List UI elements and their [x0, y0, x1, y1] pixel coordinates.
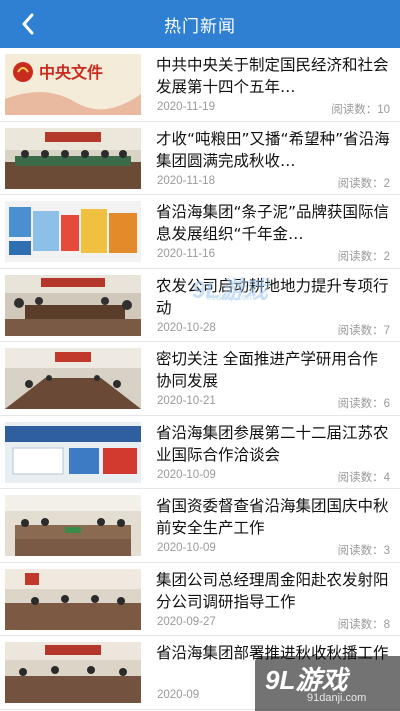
news-title: 省沿海集团部署推进秋收秋播工作: [156, 644, 389, 662]
news-title: 集团公司总经理周金阳赴农发射阳分公司调研指导工作: [156, 570, 389, 611]
news-thumbnail: [5, 274, 141, 336]
news-thumbnail: [5, 495, 141, 556]
news-date: 2020-10-09: [157, 542, 216, 554]
news-item[interactable]: 集团公司总经理周金阳赴农发射阳分公司调研指导工作 2020-09-27 阅读数：…: [0, 563, 400, 636]
news-title: 才收“吨粮田”又播“希望种”省沿海集团圆满完成秋收…: [156, 129, 390, 170]
news-date: 2020-11-18: [157, 174, 215, 187]
news-title: 省沿海集团“条子泥”品牌获国际信息发展组织“千年金…: [156, 203, 390, 243]
news-thumbnail: [5, 568, 141, 630]
news-date: 2020-10-09: [157, 468, 216, 481]
news-item[interactable]: 中央文件 中共中央关于制定国民经济和社会发展第十四个五年… 2020-11-19…: [0, 48, 400, 122]
read-count: 阅读数：2: [337, 177, 390, 190]
read-count: 阅读数：2: [337, 251, 390, 263]
news-list: 中央文件 中共中央关于制定国民经济和社会发展第十四个五年… 2020-11-19…: [0, 48, 400, 710]
news-thumbnail: [5, 348, 141, 409]
news-item[interactable]: 省沿海集团“条子泥”品牌获国际信息发展组织“千年金… 2020-11-16 阅读…: [0, 195, 400, 269]
chevron-left-icon: [22, 13, 34, 35]
news-title: 省沿海集团参展第二十二届江苏农业国际合作洽谈会: [156, 423, 389, 464]
news-date: 2020-09: [157, 689, 200, 701]
news-thumbnail: [5, 127, 141, 189]
app-header: 热门新闻: [0, 0, 400, 48]
read-count: 阅读数：3: [337, 545, 390, 557]
news-item[interactable]: 农发公司启动耕地地力提升专项行动 2020-10-28 阅读数：7: [0, 269, 400, 342]
news-title: 省国资委督查省沿海集团国庆中秋前安全生产工作: [156, 497, 389, 537]
news-date: 2020-10-21: [157, 395, 216, 407]
news-title: 密切关注 全面推进产学研用合作协同发展: [156, 350, 378, 390]
news-thumbnail: [5, 421, 141, 483]
page-title: 热门新闻: [164, 16, 236, 37]
news-item[interactable]: 才收“吨粮田”又播“希望种”省沿海集团圆满完成秋收… 2020-11-18 阅读…: [0, 122, 400, 195]
read-count: 阅读数：7: [337, 324, 390, 337]
read-count: 阅读数：8: [337, 618, 390, 631]
thumb-caption: 中央文件: [39, 63, 103, 82]
read-count: 阅读数：4: [337, 471, 390, 484]
news-date: 2020-10-28: [157, 321, 216, 334]
news-item[interactable]: 省沿海集团参展第二十二届江苏农业国际合作洽谈会 2020-10-09 阅读数：4: [0, 416, 400, 489]
news-date: 2020-09-27: [157, 615, 216, 628]
news-thumbnail: 中央文件: [5, 54, 141, 115]
news-item[interactable]: 省国资委督查省沿海集团国庆中秋前安全生产工作 2020-10-09 阅读数：3: [0, 489, 400, 563]
news-date: 2020-11-16: [157, 248, 215, 260]
news-title: 农发公司启动耕地地力提升专项行动: [156, 276, 389, 317]
news-title: 中共中央关于制定国民经济和社会发展第十四个五年…: [156, 56, 389, 96]
news-item[interactable]: 密切关注 全面推进产学研用合作协同发展 2020-10-21 阅读数：6: [0, 342, 400, 416]
read-count: 阅读数：10: [331, 104, 390, 116]
news-date: 2020-11-19: [157, 101, 215, 113]
news-item[interactable]: 省沿海集团部署推进秋收秋播工作 2020-09: [0, 636, 400, 710]
news-thumbnail: [5, 201, 141, 262]
read-count: 阅读数：6: [337, 398, 390, 410]
back-button[interactable]: [14, 12, 42, 36]
news-thumbnail: [5, 642, 141, 703]
